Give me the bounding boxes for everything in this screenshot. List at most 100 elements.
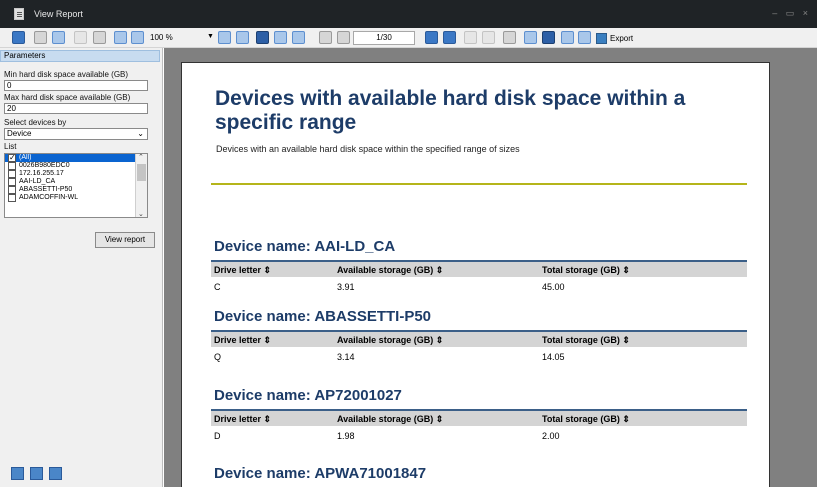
sortable-column-header[interactable]: Drive letter ⇕ bbox=[214, 414, 271, 425]
export-label: Export bbox=[610, 33, 634, 43]
table-cell: 2.00 bbox=[542, 431, 560, 441]
copy-icon[interactable] bbox=[74, 31, 87, 44]
forward-icon[interactable] bbox=[482, 31, 495, 44]
device-checkbox[interactable] bbox=[8, 178, 16, 186]
device-checkbox[interactable] bbox=[8, 154, 16, 162]
scroll-up-icon[interactable]: ⌃ bbox=[138, 154, 144, 161]
print-layout-icon[interactable] bbox=[52, 31, 65, 44]
device-list-item-label: (All) bbox=[19, 154, 32, 161]
scroll-down-icon[interactable]: ⌄ bbox=[138, 210, 144, 217]
document-map-icon[interactable] bbox=[12, 31, 25, 44]
device-list-item[interactable]: ABASSETTI-P50 bbox=[5, 186, 147, 194]
select-devices-label: Select devices by bbox=[4, 118, 67, 127]
sortable-column-header[interactable]: Available storage (GB) ⇕ bbox=[337, 335, 443, 346]
table-cell: Q bbox=[214, 352, 222, 362]
first-page-icon[interactable] bbox=[319, 31, 332, 44]
properties-toggle-icon[interactable] bbox=[49, 467, 62, 480]
single-page-icon[interactable] bbox=[256, 31, 269, 44]
zoom-dropdown-icon[interactable]: ▼ bbox=[207, 33, 214, 40]
device-list-item-label: ADAMCOFFIN-WL bbox=[19, 194, 79, 201]
device-listbox[interactable]: (All)0026B980EDC0172.16.255.17AAI-LD_CAA… bbox=[4, 153, 148, 218]
page-setup-icon[interactable] bbox=[578, 31, 591, 44]
export-button[interactable]: Export bbox=[596, 31, 633, 45]
parameters-panel: Parameters Min hard disk space available… bbox=[0, 48, 163, 487]
table-cell: D bbox=[214, 431, 221, 441]
sortable-column-header[interactable]: Total storage (GB) ⇕ bbox=[542, 335, 630, 346]
table-cell: 1.98 bbox=[337, 431, 355, 441]
title-divider bbox=[211, 183, 747, 185]
two-pages-icon[interactable] bbox=[274, 31, 287, 44]
find-icon[interactable] bbox=[93, 31, 106, 44]
device-list-item[interactable]: 172.16.255.17 bbox=[5, 170, 147, 178]
refresh-icon[interactable] bbox=[524, 31, 537, 44]
panel-bottom-toolbar bbox=[11, 467, 62, 480]
chevron-down-icon: ⌄ bbox=[137, 129, 144, 138]
device-name-heading: Device name: AAI-LD_CA bbox=[214, 238, 396, 255]
report-viewer[interactable]: Devices with available hard disk space w… bbox=[164, 48, 817, 487]
sortable-column-header[interactable]: Drive letter ⇕ bbox=[214, 335, 271, 346]
device-name-heading: Device name: ABASSETTI-P50 bbox=[214, 308, 432, 325]
next-page-icon[interactable] bbox=[425, 31, 438, 44]
table-row: C 3.91 45.00 bbox=[211, 279, 747, 294]
zoom-level[interactable]: 100 % bbox=[150, 33, 173, 42]
document-map-toggle-icon[interactable] bbox=[11, 467, 24, 480]
device-list-item[interactable]: AAI-LD_CA bbox=[5, 178, 147, 186]
previous-page-icon[interactable] bbox=[337, 31, 350, 44]
table-cell: 3.14 bbox=[337, 352, 355, 362]
pan-hand-icon[interactable] bbox=[542, 31, 555, 44]
window-title: View Report bbox=[34, 9, 83, 19]
table-row: D 1.98 2.00 bbox=[211, 428, 747, 443]
table-header: Drive letter ⇕ Available storage (GB) ⇕ To… bbox=[211, 330, 747, 347]
device-name-heading: Device name: AP72001027 bbox=[214, 387, 402, 404]
sortable-column-header[interactable]: Available storage (GB) ⇕ bbox=[337, 265, 443, 276]
parameters-toggle-icon[interactable] bbox=[30, 467, 43, 480]
table-cell: C bbox=[214, 282, 221, 292]
last-page-icon[interactable] bbox=[443, 31, 456, 44]
report-page: Devices with available hard disk space w… bbox=[181, 62, 770, 487]
report-toolbar: 100 % ▼ 1/30 Export bbox=[0, 28, 817, 48]
table-header: Drive letter ⇕ Available storage (GB) ⇕ To… bbox=[211, 260, 747, 277]
listbox-scrollbar[interactable]: ⌃ ⌄ bbox=[135, 154, 147, 217]
page-number-field[interactable]: 1/30 bbox=[353, 31, 415, 45]
report-title: Devices with available hard disk space w… bbox=[215, 87, 686, 134]
max-space-input[interactable]: 20 bbox=[4, 103, 148, 114]
min-space-label: Min hard disk space available (GB) bbox=[4, 70, 129, 79]
select-devices-value: Device bbox=[7, 129, 32, 138]
min-space-input[interactable]: 0 bbox=[4, 80, 148, 91]
back-icon[interactable] bbox=[464, 31, 477, 44]
device-list-item[interactable]: 0026B980EDC0 bbox=[5, 162, 147, 170]
view-report-button[interactable]: View report bbox=[95, 232, 155, 248]
scroll-thumb[interactable] bbox=[137, 164, 146, 181]
report-app-icon bbox=[14, 8, 24, 20]
device-checkbox[interactable] bbox=[8, 162, 16, 170]
sortable-column-header[interactable]: Total storage (GB) ⇕ bbox=[542, 414, 630, 425]
device-list-item-label: AAI-LD_CA bbox=[19, 178, 56, 185]
table-cell: 3.91 bbox=[337, 282, 355, 292]
whole-page-icon[interactable] bbox=[236, 31, 249, 44]
list-label: List bbox=[4, 142, 17, 151]
device-list-item-label: 0026B980EDC0 bbox=[19, 162, 70, 169]
print-icon[interactable] bbox=[34, 31, 47, 44]
sortable-column-header[interactable]: Available storage (GB) ⇕ bbox=[337, 414, 443, 425]
zoom-out-icon[interactable] bbox=[131, 31, 144, 44]
sortable-column-header[interactable]: Drive letter ⇕ bbox=[214, 265, 271, 276]
zoom-in-icon[interactable] bbox=[114, 31, 127, 44]
parameters-header: Parameters bbox=[0, 50, 160, 62]
device-list-item-label: 172.16.255.17 bbox=[19, 170, 64, 177]
stop-icon[interactable] bbox=[503, 31, 516, 44]
max-space-label: Max hard disk space available (GB) bbox=[4, 93, 131, 102]
device-checkbox[interactable] bbox=[8, 186, 16, 194]
device-name-heading: Device name: APWA71001847 bbox=[214, 465, 427, 482]
select-devices-dropdown[interactable]: Device ⌄ bbox=[4, 128, 148, 140]
title-bar: View Report – ▭ × bbox=[0, 0, 817, 28]
page-width-icon[interactable] bbox=[218, 31, 231, 44]
device-list-item-label: ABASSETTI-P50 bbox=[19, 186, 73, 193]
device-checkbox[interactable] bbox=[8, 194, 16, 202]
play-icon[interactable] bbox=[561, 31, 574, 44]
device-checkbox[interactable] bbox=[8, 170, 16, 178]
device-list-item[interactable]: ADAMCOFFIN-WL bbox=[5, 194, 147, 202]
multi-page-icon[interactable] bbox=[292, 31, 305, 44]
sortable-column-header[interactable]: Total storage (GB) ⇕ bbox=[542, 265, 630, 276]
device-list-item[interactable]: (All) bbox=[5, 154, 147, 162]
window-controls[interactable]: – ▭ × bbox=[772, 8, 811, 19]
